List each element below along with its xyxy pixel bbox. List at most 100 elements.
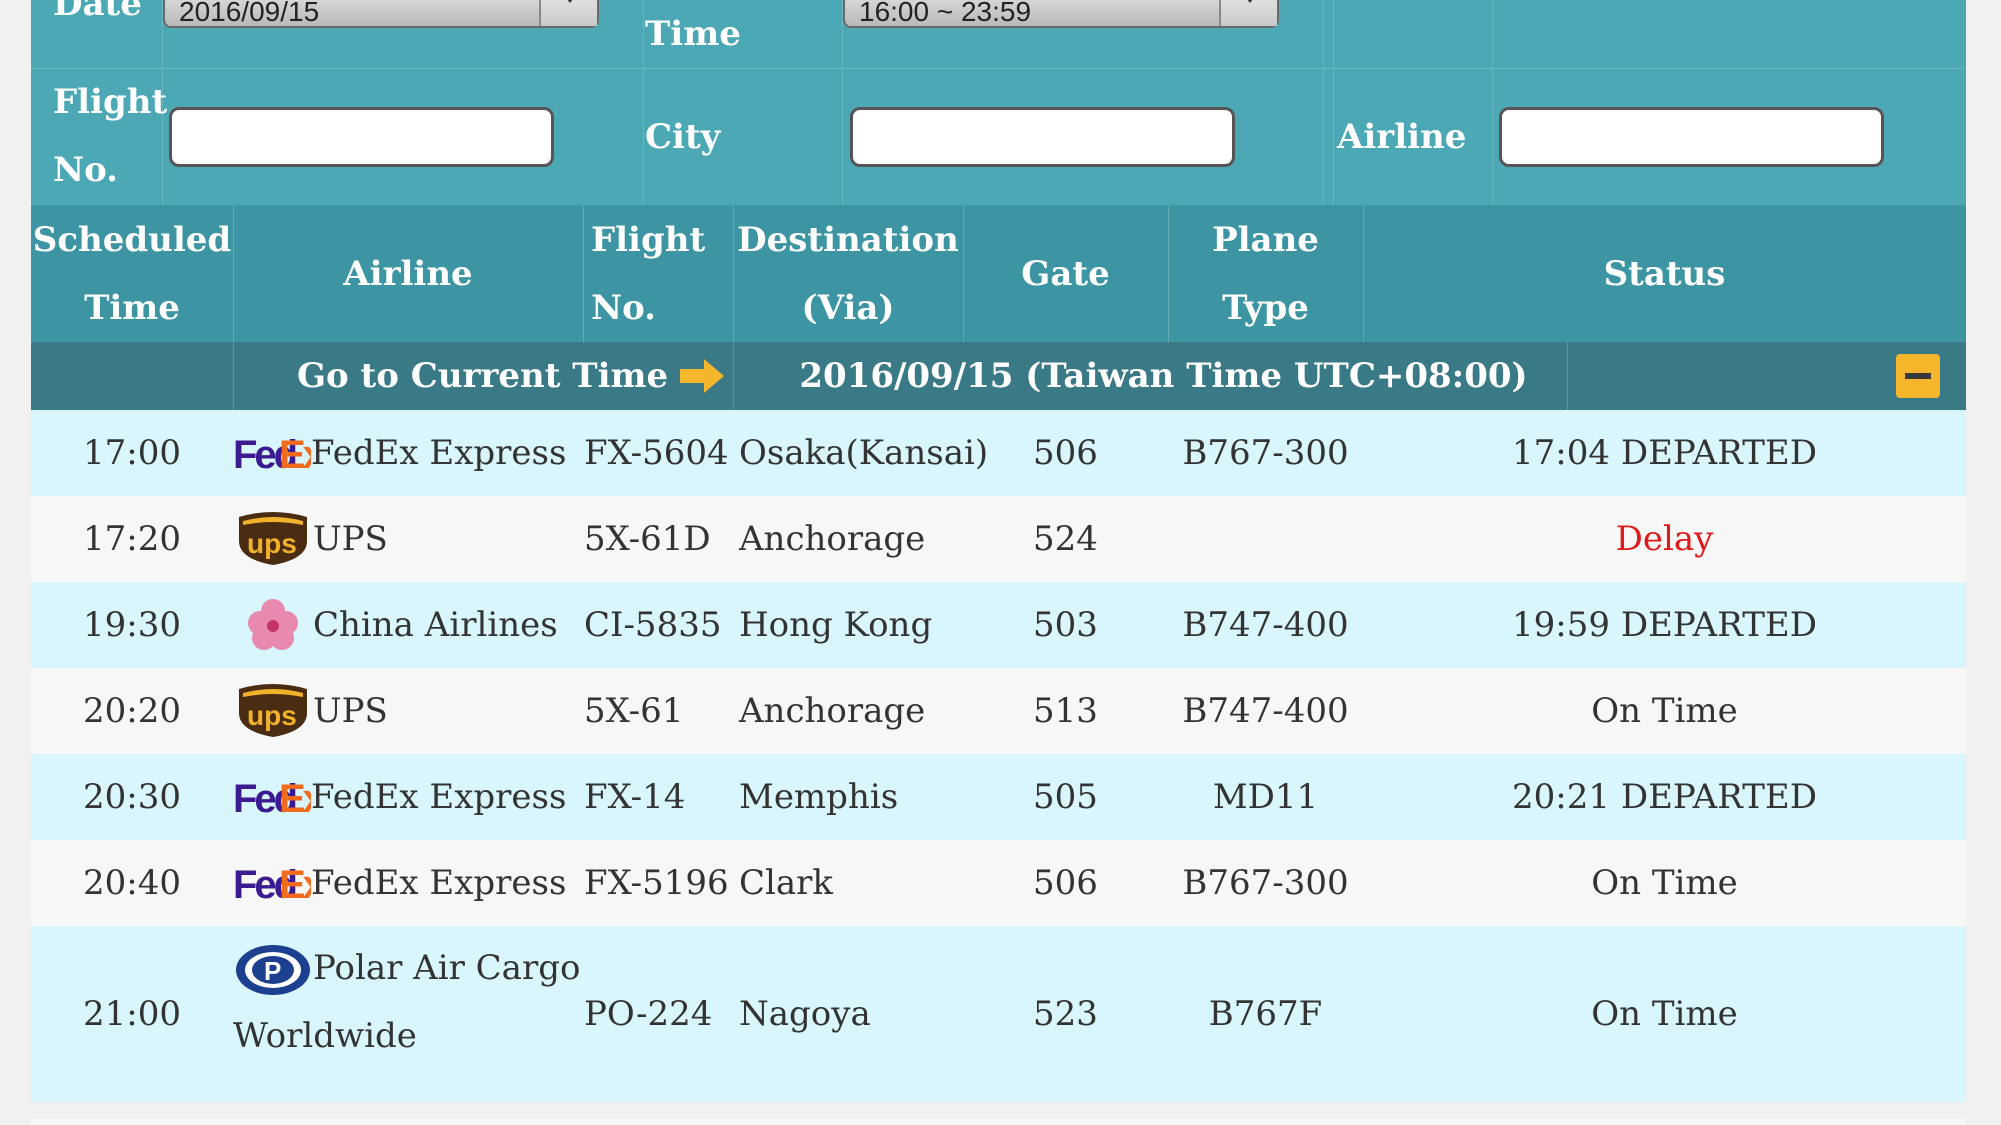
flight-no-cell: 5X-61D (584, 519, 711, 559)
status-cell: 19:59 DEPARTED (1512, 605, 1817, 645)
airline-name: UPS (313, 691, 388, 731)
destination-cell: Osaka(Kansai) (739, 433, 989, 473)
gate-cell: 506 (1033, 433, 1098, 473)
ups-logo: ups (239, 512, 307, 565)
date-select-value: 2016/09/15 (179, 0, 320, 27)
scheduled-time-cell: 20:30 (83, 777, 181, 817)
arrow-right-icon (680, 359, 725, 393)
status-cell: On Time (1591, 691, 1738, 731)
flight-list: 17:00 Fed Ex FedEx ExpressFX-5604Osaka(K… (31, 410, 1966, 1102)
table-row[interactable]: 21:00 P Polar Air Cargo Worldwide PO-224 N… (31, 926, 1966, 1102)
airline-cell: ups UPS (233, 668, 583, 754)
airline-name: UPS (313, 519, 388, 559)
date-display: 2016/09/15 (Taiwan Time UTC+08:00) (799, 356, 1528, 396)
ups-logo: ups (239, 684, 307, 737)
table-row[interactable]: 20:20 ups UPS 5X-61 Anchorage 513 B747-400 On… (31, 668, 1966, 754)
col-gate: Gate (1021, 253, 1110, 294)
flight-no-cell: 5X-61 (584, 691, 684, 731)
plane-type-cell (1168, 496, 1363, 582)
destination-cell: Anchorage (739, 691, 926, 731)
airline-name: FedEx Express (311, 863, 567, 903)
time-label: Time (645, 14, 741, 54)
city-input[interactable] (850, 107, 1235, 167)
gate-cell: 506 (1033, 863, 1098, 903)
col-destination-line2: (Via) (801, 287, 895, 328)
airline-input[interactable] (1499, 107, 1884, 167)
flight-no-label: Flight No. (53, 68, 167, 204)
col-scheduled-line2: Time (84, 287, 180, 328)
table-row-partial (31, 1118, 1966, 1125)
plane-type-cell: B767-300 (1182, 433, 1349, 473)
go-to-current-time-button[interactable]: Go to Current Time (297, 342, 726, 410)
city-label: City (645, 117, 721, 157)
gate-cell: 523 (1033, 994, 1098, 1034)
scheduled-time-cell: 17:00 (83, 433, 181, 473)
filter-panel: Date 2016/09/15 Time 16:00 ~ 23:59 Fligh… (31, 0, 1966, 205)
table-row[interactable]: 19:30 China Airlines CI-5835 Hong Kong 503 B… (31, 582, 1966, 668)
col-scheduled-line1: Scheduled (32, 219, 232, 260)
fedex-logo: Fed Ex (233, 433, 311, 476)
airline-cell: P Polar Air Cargo Worldwide (233, 926, 583, 1102)
col-flight-line1: Flight (591, 219, 706, 260)
airline-name: China Airlines (313, 605, 558, 645)
col-plane-type: Plane Type (1212, 219, 1319, 328)
flight-no-cell: FX-5604 (584, 433, 729, 473)
col-airline: Airline (343, 253, 473, 294)
plane-type-cell: B767-300 (1182, 863, 1349, 903)
svg-text:Ex: Ex (279, 863, 311, 906)
plane-type-cell: B747-400 (1182, 691, 1349, 731)
svg-text:Ex: Ex (279, 433, 311, 476)
destination-cell: Hong Kong (739, 605, 933, 645)
chevron-down-icon[interactable] (1219, 0, 1277, 26)
col-status: Status (1603, 253, 1726, 294)
status-cell: On Time (1591, 994, 1738, 1034)
date-bar: Go to Current Time 2016/09/15 (Taiwan Ti… (31, 342, 1966, 410)
airline-name: FedEx Express (311, 777, 567, 817)
polar-logo: P (236, 945, 310, 995)
table-row[interactable]: 20:30 Fed Ex FedEx ExpressFX-14Memphis50… (31, 754, 1966, 840)
plane-type-cell: B747-400 (1182, 605, 1349, 645)
col-destination-line1: Destination (737, 219, 959, 260)
flight-no-label-line2: No. (53, 150, 118, 190)
airline-label: Airline (1337, 117, 1467, 157)
flight-no-label-line1: Flight (53, 82, 168, 122)
svg-text:Ex: Ex (279, 777, 311, 820)
svg-text:P: P (264, 956, 281, 986)
flight-no-cell: CI-5835 (584, 605, 722, 645)
status-cell: 17:04 DEPARTED (1512, 433, 1817, 473)
destination-cell: Memphis (739, 777, 899, 817)
date-select[interactable]: 2016/09/15 (163, 0, 599, 28)
col-flight-no: Flight No. (583, 205, 733, 342)
airline-cell: ups UPS (233, 496, 583, 582)
chevron-down-icon[interactable] (539, 0, 597, 26)
scheduled-time-cell: 19:30 (83, 605, 181, 645)
flight-no-cell: PO-224 (584, 994, 713, 1034)
airline-cell: Fed Ex FedEx Express (233, 410, 583, 496)
date-label: Date (53, 0, 142, 24)
status-cell: On Time (1591, 863, 1738, 903)
flight-board: Date 2016/09/15 Time 16:00 ~ 23:59 Fligh… (31, 0, 1966, 1125)
destination-cell: Clark (739, 863, 834, 903)
time-select[interactable]: 16:00 ~ 23:59 (843, 0, 1279, 28)
table-row[interactable]: 17:20 ups UPS 5X-61D Anchorage 524 Delay (31, 496, 1966, 582)
china-airlines-logo (248, 599, 298, 650)
flight-no-input[interactable] (169, 107, 554, 167)
svg-text:ups: ups (247, 528, 297, 559)
status-cell: 20:21 DEPARTED (1512, 777, 1817, 817)
airline-name: FedEx Express (311, 433, 567, 473)
airline-cell: Fed Ex FedEx Express (233, 840, 583, 926)
scheduled-time-cell: 20:20 (83, 691, 181, 731)
scheduled-time-cell: 21:00 (83, 994, 181, 1034)
destination-cell: Nagoya (739, 994, 871, 1034)
table-row[interactable]: 17:00 Fed Ex FedEx ExpressFX-5604Osaka(K… (31, 410, 1966, 496)
time-select-value: 16:00 ~ 23:59 (859, 0, 1032, 27)
destination-cell: Anchorage (739, 519, 926, 559)
fedex-logo: Fed Ex (233, 863, 311, 906)
flight-no-cell: FX-14 (584, 777, 686, 817)
table-row[interactable]: 20:40 Fed Ex FedEx ExpressFX-5196Clark50… (31, 840, 1966, 926)
flight-no-cell: FX-5196 (584, 863, 729, 903)
status-cell: Delay (1615, 519, 1714, 559)
scheduled-time-cell: 20:40 (83, 863, 181, 903)
collapse-icon[interactable] (1896, 354, 1940, 398)
gate-cell: 513 (1033, 691, 1098, 731)
